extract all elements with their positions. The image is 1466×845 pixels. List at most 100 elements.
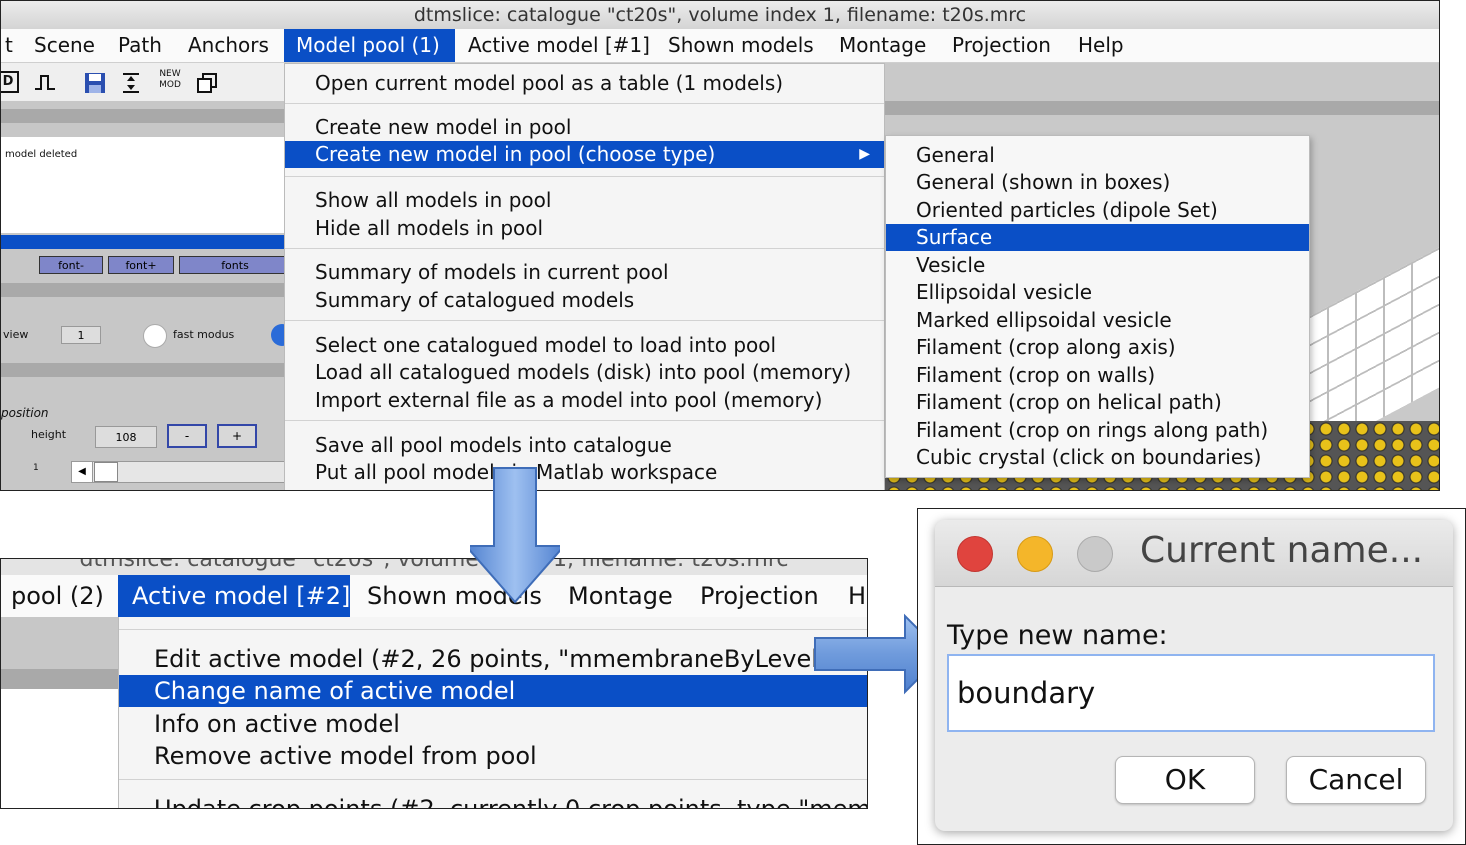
type-item-filament-axis[interactable]: Filament (crop along axis): [886, 334, 1309, 361]
menu-separator: [285, 248, 884, 249]
log-text-area[interactable]: [1, 689, 119, 808]
height-decrease-button[interactable]: -: [167, 424, 207, 448]
menu-separator: [285, 320, 884, 321]
height-field[interactable]: 108: [95, 426, 157, 448]
menu-projection[interactable]: Projection: [940, 29, 1063, 62]
ok-button[interactable]: OK: [1115, 756, 1255, 804]
type-item-cubic-crystal[interactable]: Cubic crystal (click on boundaries): [886, 444, 1309, 471]
window-title: dtmslice: catalogue "ct20s", volume inde…: [1, 1, 1439, 30]
rename-dialog: Current name... Type new name: OK Cancel: [935, 520, 1453, 831]
menu-projection[interactable]: Projection: [686, 575, 833, 617]
fast-modus-radio[interactable]: [143, 324, 167, 348]
menu-item-summary-catalogued[interactable]: Summary of catalogued models: [285, 287, 884, 314]
type-item-surface[interactable]: Surface: [886, 224, 1309, 251]
fonts-button[interactable]: fonts: [179, 256, 291, 274]
type-item-oriented-particles[interactable]: Oriented particles (dipole Set): [886, 197, 1309, 224]
type-item-general-boxes[interactable]: General (shown in boxes): [886, 169, 1309, 196]
view-field[interactable]: 1: [61, 326, 101, 344]
menu-separator: [119, 779, 867, 780]
log-text-area[interactable]: model deleted: [1, 137, 291, 233]
menu-separator: [285, 176, 884, 177]
type-item-vesicle[interactable]: Vesicle: [886, 252, 1309, 279]
menu-item-put-models-matlab[interactable]: Put all pool models in Matlab workspace: [285, 459, 884, 486]
menu-montage[interactable]: Montage: [827, 29, 938, 62]
align-vertical-icon[interactable]: [119, 71, 143, 95]
menu-scene[interactable]: Scene: [22, 29, 107, 62]
menu-item-label: Create new model in pool (choose type): [315, 142, 716, 166]
menu-item-create-model-choose-type[interactable]: Create new model in pool (choose type) ▶: [285, 141, 884, 168]
model-type-submenu: General General (shown in boxes) Oriente…: [885, 135, 1310, 478]
model-pool-dropdown: Open current model pool as a table (1 mo…: [284, 63, 885, 490]
height-label: height: [31, 428, 67, 441]
menu-item-info-active-model[interactable]: Info on active model: [119, 708, 867, 740]
menu-item-open-pool-table[interactable]: Open current model pool as a table (1 mo…: [285, 70, 884, 97]
menu-item-save-all-pool-models[interactable]: Save all pool models into catalogue: [285, 432, 884, 459]
menu-active-model[interactable]: Active model [#2]: [118, 575, 350, 617]
position-label: position: [1, 406, 49, 420]
type-item-ellipsoidal-vesicle[interactable]: Ellipsoidal vesicle: [886, 279, 1309, 306]
menu-model-pool-truncated[interactable]: pool (2): [1, 575, 118, 617]
menu-item-update-crop-points[interactable]: Update crop points (#2, currently 0 crop…: [119, 793, 867, 808]
height-increase-button[interactable]: +: [217, 424, 257, 448]
menu-active-model[interactable]: Active model [#1]: [456, 29, 662, 62]
step-function-icon[interactable]: [33, 71, 57, 95]
menubar: pool (2) Active model [#2] Shown models …: [1, 575, 867, 618]
menu-path[interactable]: Path: [106, 29, 174, 62]
menu-help-truncated[interactable]: H: [834, 575, 867, 617]
type-item-filament-rings[interactable]: Filament (crop on rings along path): [886, 417, 1309, 444]
menu-item-summary-current-pool[interactable]: Summary of models in current pool: [285, 259, 884, 286]
minimize-icon[interactable]: [1017, 536, 1053, 572]
save-disk-icon[interactable]: [83, 71, 107, 95]
top-application-window: dtmslice: catalogue "ct20s", volume inde…: [0, 0, 1440, 491]
panel-divider: [1, 283, 291, 297]
menu-item-edit-active-model[interactable]: Edit active model (#2, 26 points, "mmemb…: [119, 643, 867, 675]
close-icon[interactable]: [957, 536, 993, 572]
slider-label: 1: [33, 463, 39, 473]
position-slider[interactable]: ◀: [71, 461, 291, 483]
type-item-general[interactable]: General: [886, 142, 1309, 169]
menu-separator: [285, 420, 884, 421]
down-arrow-icon: [470, 467, 560, 604]
submenu-arrow-icon: ▶: [859, 146, 870, 162]
zoom-icon: [1077, 536, 1113, 572]
menu-anchors[interactable]: Anchors: [176, 29, 281, 62]
bottom-application-window: dtmslice: catalogue "ct20s", volume inde…: [0, 558, 868, 809]
menu-item-hide-all-models[interactable]: Hide all models in pool: [285, 215, 884, 242]
panel-divider: [1, 669, 119, 689]
type-item-marked-ellipsoidal-vesicle[interactable]: Marked ellipsoidal vesicle: [886, 307, 1309, 334]
font-decrease-button[interactable]: font-: [39, 256, 103, 274]
new-model-icon-line1: NEW: [159, 69, 181, 79]
dialog-prompt: Type new name:: [947, 620, 1168, 651]
menu-item-select-catalogued-model[interactable]: Select one catalogued model to load into…: [285, 332, 884, 359]
menu-item-show-all-models[interactable]: Show all models in pool: [285, 187, 884, 214]
log-line: model deleted: [5, 149, 78, 160]
panel-divider: [1, 363, 291, 377]
menu-separator: [119, 629, 867, 630]
cancel-button[interactable]: Cancel: [1286, 756, 1426, 804]
fast-modus-label: fast modus: [173, 328, 235, 341]
type-item-filament-walls[interactable]: Filament (crop on walls): [886, 362, 1309, 389]
menu-montage[interactable]: Montage: [554, 575, 687, 617]
3d-view-icon[interactable]: D: [1, 71, 19, 93]
menu-help[interactable]: Help: [1066, 29, 1136, 62]
menu-item-import-external-file[interactable]: Import external file as a model into poo…: [285, 387, 884, 414]
menu-item-load-all-catalogued[interactable]: Load all catalogued models (disk) into p…: [285, 359, 884, 386]
active-model-dropdown: Edit active model (#2, 26 points, "mmemb…: [118, 617, 867, 808]
menu-model-pool[interactable]: Model pool (1): [284, 29, 455, 62]
slider-thumb[interactable]: [94, 462, 118, 482]
window-title: dtmslice: catalogue "ct20s", volume inde…: [1, 559, 867, 575]
type-item-filament-helical[interactable]: Filament (crop on helical path): [886, 389, 1309, 416]
menu-shown-models[interactable]: Shown models: [656, 29, 826, 62]
panel-divider: [1, 109, 291, 123]
menu-item-remove-active-model[interactable]: Remove active model from pool: [119, 740, 867, 772]
font-increase-button[interactable]: font+: [108, 256, 174, 274]
new-model-icon[interactable]: NEW MOD: [155, 69, 185, 93]
dialog-titlebar: Current name...: [935, 520, 1453, 587]
menu-item-create-model[interactable]: Create new model in pool: [285, 114, 884, 141]
slider-left-arrow[interactable]: ◀: [72, 462, 93, 482]
new-name-input[interactable]: [947, 654, 1435, 732]
stacked-windows-icon[interactable]: [195, 71, 219, 95]
log-selection-strip: [1, 235, 291, 249]
menu-item-change-name[interactable]: Change name of active model: [119, 675, 867, 707]
new-model-icon-line2: MOD: [159, 80, 181, 90]
